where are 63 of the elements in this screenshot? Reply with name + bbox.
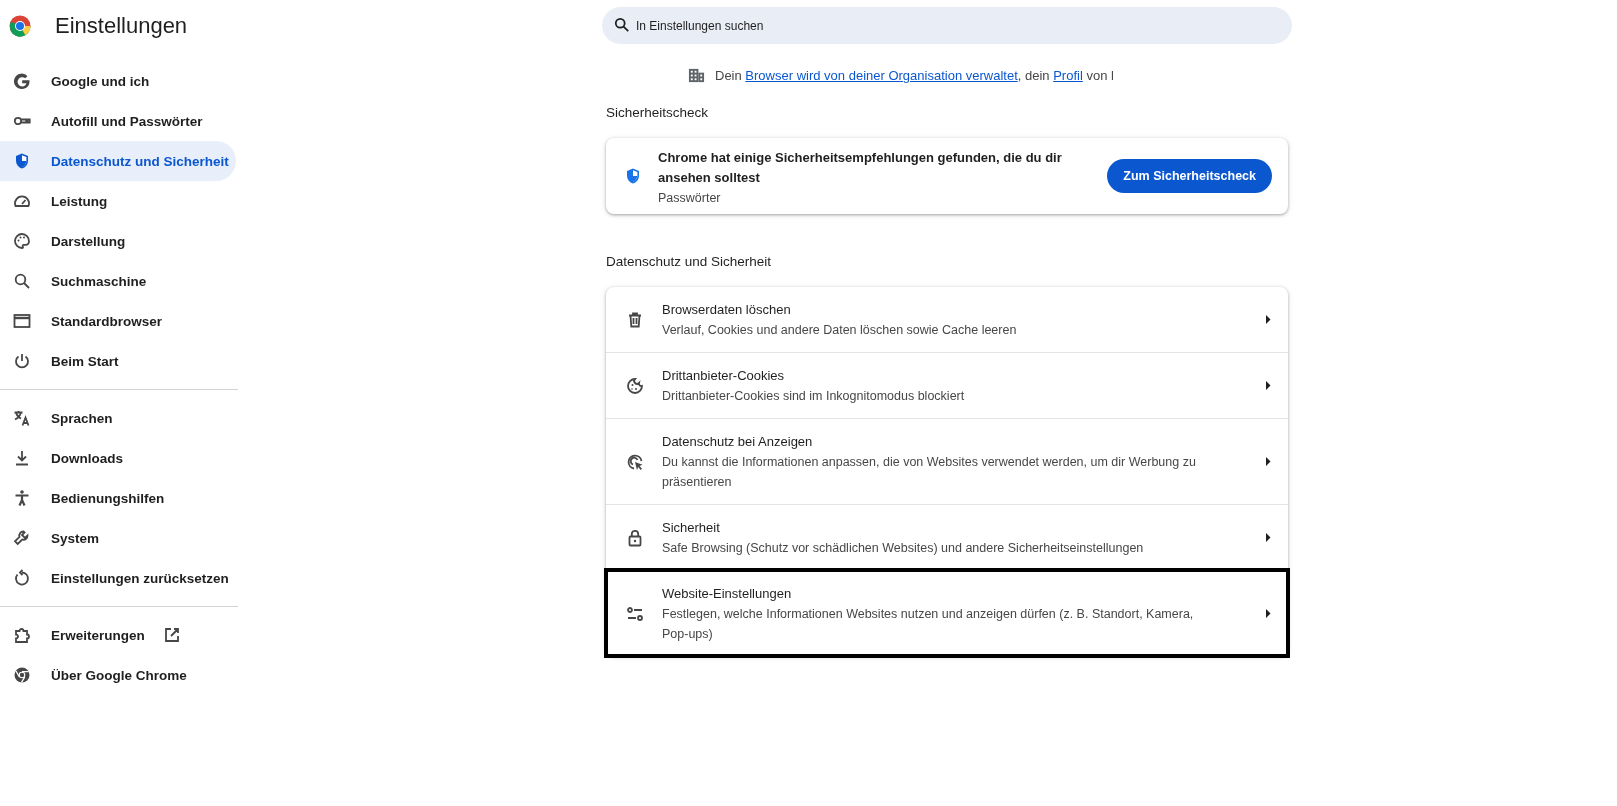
download-icon xyxy=(13,449,31,467)
row-subtitle: Festlegen, welche Informationen Websites nutzen und anzeigen dürfen (z. B. Standort, Kamera, Pop-ups) xyxy=(662,606,1195,643)
search-icon xyxy=(614,17,630,33)
sidebar-item[interactable]: Erweiterungen xyxy=(0,615,236,655)
sidebar-item[interactable]: Standardbrowser xyxy=(0,301,236,341)
puzzle-piece-icon xyxy=(13,626,31,644)
settings-row[interactable]: Datenschutz bei Anzeigen Du kannst die Informationen anpassen, die von Websites verwendet werden, um dir Werbung zu präsentieren xyxy=(606,418,1288,504)
section-heading: Sicherheitscheck xyxy=(606,105,710,120)
search-field[interactable]: In Einstellungen suchen xyxy=(602,7,1292,44)
settings-row[interactable]: Website-Einstellungen Festlegen, welche Informationen Websites nutzen und anzeigen dürfen (z. B. Standort, Kamera, Pop-ups) xyxy=(606,570,1288,656)
settings-row[interactable]: Browserdaten löschen Verlauf, Cookies und andere Daten löschen sowie Cache leeren xyxy=(606,287,1288,352)
sliders-icon xyxy=(626,604,644,623)
sidebar-item[interactable]: Downloads xyxy=(0,438,236,478)
page-title: Einstellungen xyxy=(55,13,188,39)
building-icon xyxy=(688,67,705,84)
padlock-icon xyxy=(626,528,644,547)
google-g-icon xyxy=(13,72,31,90)
row-title: Drittanbieter-Cookies xyxy=(662,368,786,383)
chrome-logo-icon xyxy=(9,15,31,37)
search-icon xyxy=(13,272,31,290)
safety-check-message: Chrome hat einige Sicherheitsempfehlungen gefunden, die du dir ansehen solltest xyxy=(658,148,1063,187)
browser-window-icon xyxy=(13,312,31,330)
managed-notice: Dein Browser wird von deiner Organisation verwaltet, dein Profil von l xyxy=(715,68,1114,83)
sidebar-item[interactable]: Datenschutz und Sicherheit xyxy=(0,141,236,181)
row-title: Sicherheit xyxy=(662,520,721,535)
notice-link[interactable]: Profil xyxy=(1053,68,1083,83)
settings-row[interactable]: Sicherheit Safe Browsing (Schutz vor schädlichen Websites) und andere Sicherheitseinstellungen xyxy=(606,504,1288,570)
sidebar-item[interactable]: Darstellung xyxy=(0,221,236,261)
section-heading: Datenschutz und Sicherheit xyxy=(606,254,773,269)
cookie-icon xyxy=(626,376,644,395)
safety-check-detail: Passwörter xyxy=(658,190,722,205)
row-subtitle: Drittanbieter-Cookies sind im Inkognitomodus blockiert xyxy=(662,388,966,405)
power-icon xyxy=(13,352,31,370)
sidebar-item[interactable]: Einstellungen zurücksetzen xyxy=(0,558,236,598)
safety-check-button[interactable]: Zum Sicherheitscheck xyxy=(1107,159,1272,193)
external-link-icon xyxy=(162,626,181,644)
shield-icon xyxy=(13,152,31,170)
accessibility-icon xyxy=(13,489,31,507)
palette-icon xyxy=(13,232,31,250)
wrench-icon xyxy=(13,529,31,547)
sidebar-item[interactable]: Über Google Chrome xyxy=(0,655,236,695)
row-subtitle: Du kannst die Informationen anpassen, die von Websites verwendet werden, um dir Werbung zu präsentieren xyxy=(662,454,1197,491)
sidebar-item[interactable]: Suchmaschine xyxy=(0,261,236,301)
translate-icon xyxy=(13,409,31,427)
sidebar-item[interactable]: System xyxy=(0,518,236,558)
row-title: Website-Einstellungen xyxy=(662,586,793,601)
target-cursor-icon xyxy=(626,452,644,471)
sidebar-item[interactable]: Bedienungshilfen xyxy=(0,478,236,518)
row-subtitle: Verlauf, Cookies und andere Daten löschen sowie Cache leeren xyxy=(662,322,1018,339)
row-subtitle: Safe Browsing (Schutz vor schädlichen Websites) und andere Sicherheitseinstellungen xyxy=(662,540,1145,557)
shield-icon xyxy=(624,167,642,185)
row-title: Browserdaten löschen xyxy=(662,302,792,317)
reset-icon xyxy=(13,569,31,587)
sidebar-item[interactable]: Google und ich xyxy=(0,61,236,101)
trash-icon xyxy=(626,310,644,329)
sidebar-item[interactable]: Sprachen xyxy=(0,398,236,438)
sidebar-item[interactable]: Leistung xyxy=(0,181,236,221)
settings-row[interactable]: Drittanbieter-Cookies Drittanbieter-Cookies sind im Inkognitomodus blockiert xyxy=(606,352,1288,418)
sidebar-item[interactable]: Beim Start xyxy=(0,341,236,381)
chrome-logo-icon xyxy=(13,666,31,684)
sidebar-item[interactable]: Autofill und Passwörter xyxy=(0,101,236,141)
notice-link[interactable]: Browser wird von deiner Organisation verwaltet xyxy=(745,68,1018,83)
row-title: Datenschutz bei Anzeigen xyxy=(662,434,814,449)
